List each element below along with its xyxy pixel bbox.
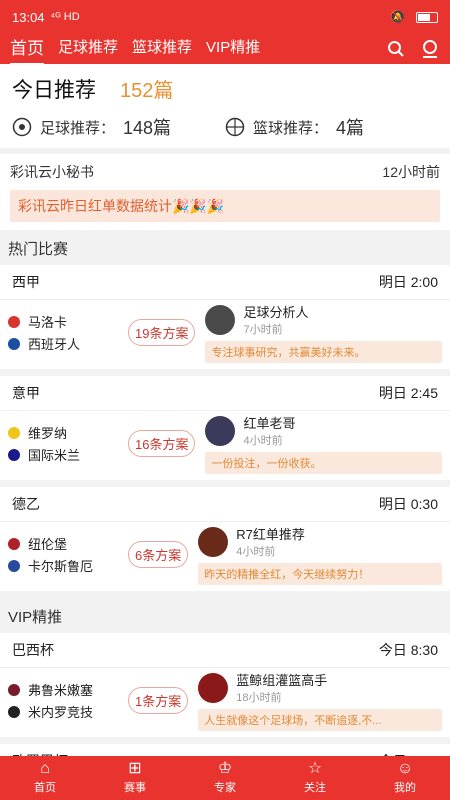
match-row[interactable]: 纽伦堡 卡尔斯鲁厄 6条方案 R7红单推荐 4小时前 昨天的精推全红，今天继续努力… bbox=[0, 522, 450, 598]
nav-label: 我的 bbox=[394, 782, 416, 794]
post-time: 18小时前 bbox=[236, 692, 282, 704]
match-row[interactable]: 维罗纳 国际米兰 16条方案 红单老哥 4小时前 一份投注，一份收获。 bbox=[0, 411, 450, 487]
team-badge-icon bbox=[8, 705, 20, 718]
clock: 13:04 bbox=[12, 9, 45, 25]
basketball-count-item[interactable]: 篮球推荐： 4篇 bbox=[225, 114, 438, 140]
basketball-icon bbox=[225, 117, 245, 137]
league-name: 德乙 bbox=[12, 496, 40, 512]
match-time: 明日 0:30 bbox=[378, 496, 438, 512]
team-badge-icon bbox=[8, 337, 20, 350]
home-team: 维罗纳 bbox=[28, 426, 68, 441]
nav-label: 专家 bbox=[214, 782, 236, 794]
crown-icon: ♔ bbox=[217, 760, 233, 777]
football-icon bbox=[12, 117, 32, 137]
bottom-nav: ⌂ 首页 ⊞ 赛事 ♔ 专家 ☆ 关注 ☺ 我的 bbox=[0, 756, 450, 800]
home-team: 弗鲁米嫩塞 bbox=[28, 683, 94, 698]
vip-title: VIP精推 bbox=[8, 609, 63, 626]
user-center-icon[interactable] bbox=[420, 39, 440, 59]
nav-label: 首页 bbox=[34, 782, 56, 794]
avatar bbox=[198, 672, 229, 703]
football-count-item[interactable]: 足球推荐： 148篇 bbox=[12, 114, 225, 140]
star-icon: ☆ bbox=[307, 760, 323, 777]
nav-label: 关注 bbox=[304, 782, 326, 794]
away-team: 米内罗竞技 bbox=[28, 705, 94, 720]
avatar bbox=[205, 304, 236, 335]
search-icon[interactable] bbox=[386, 39, 406, 59]
nav-experts[interactable]: ♔ 专家 bbox=[180, 756, 270, 800]
expert-name: 蓝鲸组灌篮高手 bbox=[236, 673, 328, 688]
top-nav: 首页 足球推荐 篮球推荐 VIP精推 bbox=[0, 34, 450, 65]
status-bar: 13:04 ⁴ᴳ HD 🔕 bbox=[0, 0, 450, 34]
expert-quote: 昨天的精推全红，今天继续努力！ bbox=[198, 563, 442, 585]
league-name: 西甲 bbox=[12, 274, 40, 290]
away-team: 国际米兰 bbox=[28, 448, 81, 463]
league-card[interactable]: 巴西杯 今日 8:30 弗鲁米嫩塞 米内罗竞技 1条方案 蓝鲸组灌篮高手 18小时前… bbox=[0, 633, 450, 744]
tab-football[interactable]: 足球推荐 bbox=[58, 36, 118, 63]
post-time: 4小时前 bbox=[236, 546, 276, 558]
tab-vip[interactable]: VIP精推 bbox=[206, 36, 260, 63]
league-card[interactable]: 意甲 明日 2:45 维罗纳 国际米兰 16条方案 红单老哥 4小时前 一份投注，一… bbox=[0, 376, 450, 487]
hot-matches-title: 热门比赛 bbox=[8, 241, 69, 258]
match-time: 明日 2:00 bbox=[378, 274, 438, 290]
smile-icon: ☺ bbox=[396, 760, 414, 777]
away-team: 西班牙人 bbox=[28, 337, 81, 352]
expert-quote: 一份投注，一份收获。 bbox=[205, 452, 442, 474]
match-row[interactable]: 弗鲁米嫩塞 米内罗竞技 1条方案 蓝鲸组灌篮高手 18小时前 人生就像这个足球场，… bbox=[0, 668, 450, 744]
team-badge-icon bbox=[8, 426, 20, 439]
secretary-banner[interactable]: 彩讯云昨日红单数据统计🎉🎉🎉 bbox=[10, 190, 440, 222]
nav-matches[interactable]: ⊞ 赛事 bbox=[90, 756, 180, 800]
expert-name: 红单老哥 bbox=[243, 416, 296, 431]
football-count: 148篇 bbox=[123, 118, 172, 138]
tab-basketball[interactable]: 篮球推荐 bbox=[132, 36, 192, 63]
plans-count[interactable]: 19条方案 bbox=[128, 319, 196, 346]
today-summary: 今日推荐 152篇 足球推荐： 148篇 篮球推荐： 4篇 bbox=[0, 64, 450, 148]
plans-count[interactable]: 6条方案 bbox=[128, 541, 189, 568]
basketball-count: 4篇 bbox=[336, 118, 365, 138]
home-team: 马洛卡 bbox=[28, 315, 68, 330]
nav-home[interactable]: ⌂ 首页 bbox=[0, 756, 90, 800]
tab-home[interactable]: 首页 bbox=[10, 34, 44, 65]
team-badge-icon bbox=[8, 315, 20, 328]
team-badge-icon bbox=[8, 537, 20, 550]
post-time: 4小时前 bbox=[243, 435, 283, 447]
expert-name: R7红单推荐 bbox=[236, 527, 305, 542]
plans-count[interactable]: 1条方案 bbox=[128, 687, 189, 714]
match-time: 今日 8:30 bbox=[378, 642, 438, 658]
mute-icon: 🔕 bbox=[389, 9, 406, 24]
team-badge-icon bbox=[8, 448, 20, 461]
league-name: 意甲 bbox=[12, 385, 40, 401]
secretary-time: 12小时前 bbox=[382, 164, 440, 180]
expert-quote: 人生就像这个足球场，不断追逐,不... bbox=[198, 709, 442, 731]
nav-label: 赛事 bbox=[124, 782, 146, 794]
plans-count[interactable]: 16条方案 bbox=[128, 430, 196, 457]
expert-quote: 专注球事研究，共赢美好未来。 bbox=[205, 341, 442, 363]
football-label: 足球推荐： bbox=[40, 119, 116, 137]
signal-indicator: ⁴ᴳ HD bbox=[50, 11, 80, 23]
home-team: 纽伦堡 bbox=[28, 537, 68, 552]
league-card[interactable]: 德乙 明日 0:30 纽伦堡 卡尔斯鲁厄 6条方案 R7红单推荐 4小时前 昨天的精… bbox=[0, 487, 450, 598]
away-team: 卡尔斯鲁厄 bbox=[28, 559, 94, 574]
summary-count: 152篇 bbox=[120, 80, 174, 102]
battery-icon bbox=[416, 11, 438, 23]
pitch-icon: ⊞ bbox=[128, 760, 142, 777]
match-time: 明日 2:45 bbox=[378, 385, 438, 401]
nav-mine[interactable]: ☺ 我的 bbox=[360, 756, 450, 800]
league-name: 巴西杯 bbox=[12, 642, 54, 658]
summary-title: 今日推荐 bbox=[12, 79, 96, 102]
league-card[interactable]: 西甲 明日 2:00 马洛卡 西班牙人 19条方案 足球分析人 7小时前 专注球事研… bbox=[0, 265, 450, 376]
expert-name: 足球分析人 bbox=[243, 305, 309, 320]
basketball-label: 篮球推荐： bbox=[253, 119, 329, 137]
secretary-card[interactable]: 彩讯云小秘书 12小时前 彩讯云昨日红单数据统计🎉🎉🎉 bbox=[0, 154, 450, 230]
nav-follow[interactable]: ☆ 关注 bbox=[270, 756, 360, 800]
team-badge-icon bbox=[8, 683, 20, 696]
post-time: 7小时前 bbox=[243, 324, 283, 336]
avatar bbox=[205, 415, 236, 446]
secretary-name: 彩讯云小秘书 bbox=[10, 164, 94, 180]
home-icon: ⌂ bbox=[40, 760, 50, 777]
team-badge-icon bbox=[8, 559, 20, 572]
match-row[interactable]: 马洛卡 西班牙人 19条方案 足球分析人 7小时前 专注球事研究，共赢美好未来。 bbox=[0, 300, 450, 376]
avatar bbox=[198, 526, 229, 557]
